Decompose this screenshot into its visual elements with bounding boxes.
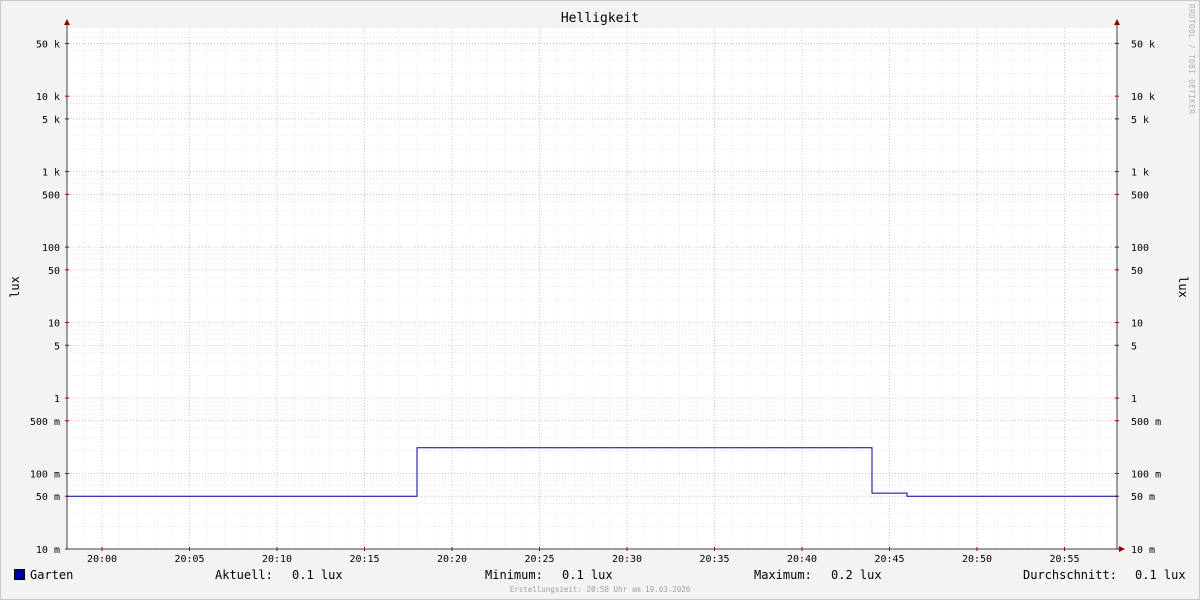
y-tick-label-left: 50: [48, 266, 60, 277]
x-tick-label: 20:15: [349, 554, 379, 565]
x-tick-label: 20:10: [262, 554, 292, 565]
legend-swatch-garten: [14, 569, 25, 580]
legend-maximum-value: 0.2 lux: [831, 568, 882, 582]
y-tick-label-left: 50 k: [36, 39, 60, 50]
y-tick-label-right: 500 m: [1131, 417, 1161, 428]
y-tick-label-left: 50 m: [36, 492, 60, 503]
y-tick-label-left: 5: [54, 341, 60, 352]
y-axis-label-left: lux: [7, 276, 22, 298]
y-tick-label-right: 10 k: [1131, 92, 1155, 103]
x-tick-label: 20:00: [87, 554, 117, 565]
legend-durchschnitt-value: 0.1 lux: [1135, 568, 1186, 582]
y-tick-label-left: 10 k: [36, 92, 60, 103]
y-axis-label-right: lux: [1175, 276, 1190, 298]
rrdtool-watermark: RRDTOOL / TOBI OETIKER: [1187, 4, 1196, 115]
x-tick-label: 20:30: [612, 554, 642, 565]
legend-minimum-value: 0.1 lux: [562, 568, 613, 582]
legend-aktuell-value: 0.1 lux: [292, 568, 343, 582]
chart-title: Helligkeit: [560, 11, 640, 26]
x-tick-label: 20:40: [787, 554, 817, 565]
legend-series-name: Garten: [30, 568, 74, 582]
y-tick-label-right: 100: [1131, 243, 1149, 254]
y-tick-label-right: 5: [1131, 341, 1137, 352]
y-tick-label-right: 1: [1131, 394, 1137, 405]
x-tick-label: 20:20: [437, 554, 467, 565]
legend-maximum-label: Maximum:: [754, 568, 812, 582]
x-axis-arrow: [1119, 546, 1125, 552]
y-tick-label-right: 500: [1131, 190, 1149, 201]
y-tick-label-right: 50 m: [1131, 492, 1155, 503]
y-tick-label-left: 500 m: [30, 417, 60, 428]
y-tick-label-right: 100 m: [1131, 470, 1161, 481]
y-tick-label-right: 50: [1131, 266, 1143, 277]
chart-svg: 50 k 50 k 10 k 10 k 5 k 5 k 1 k 1 k 500 500 100 100…: [30, 19, 1161, 565]
legend-minimum-label: Minimum:: [485, 568, 543, 582]
x-tick-label: 20:45: [874, 554, 904, 565]
y-tick-label-right: 1 k: [1131, 168, 1149, 179]
x-tick-label: 20:50: [962, 554, 992, 565]
x-tick-label: 20:35: [699, 554, 729, 565]
y-tick-label-left: 100 m: [30, 470, 60, 481]
y-tick-label-right: 5 k: [1131, 115, 1149, 126]
y-tick-label-left: 1: [54, 394, 60, 405]
legend-aktuell-label: Aktuell:: [215, 568, 273, 582]
y-tick-label-left: 10 m: [36, 545, 60, 556]
x-tick-label: 20:55: [1049, 554, 1079, 565]
y-tick-label-left: 500: [42, 190, 60, 201]
creation-time-footer: Erstellungszeit: 20:58 Uhr am 19.03.2026: [509, 585, 691, 594]
x-tick-label: 20:25: [524, 554, 554, 565]
y-tick-label-left: 10: [48, 319, 60, 330]
y-tick-label-right: 10: [1131, 319, 1143, 330]
y-tick-label-left: 1 k: [42, 168, 60, 179]
y-tick-label-left: 5 k: [42, 115, 60, 126]
x-tick-label: 20:05: [174, 554, 204, 565]
y-tick-label-left: 100: [42, 243, 60, 254]
y-tick-label-right: 10 m: [1131, 545, 1155, 556]
legend-durchschnitt-label: Durchschnitt:: [1023, 568, 1117, 582]
y-tick-label-right: 50 k: [1131, 39, 1155, 50]
